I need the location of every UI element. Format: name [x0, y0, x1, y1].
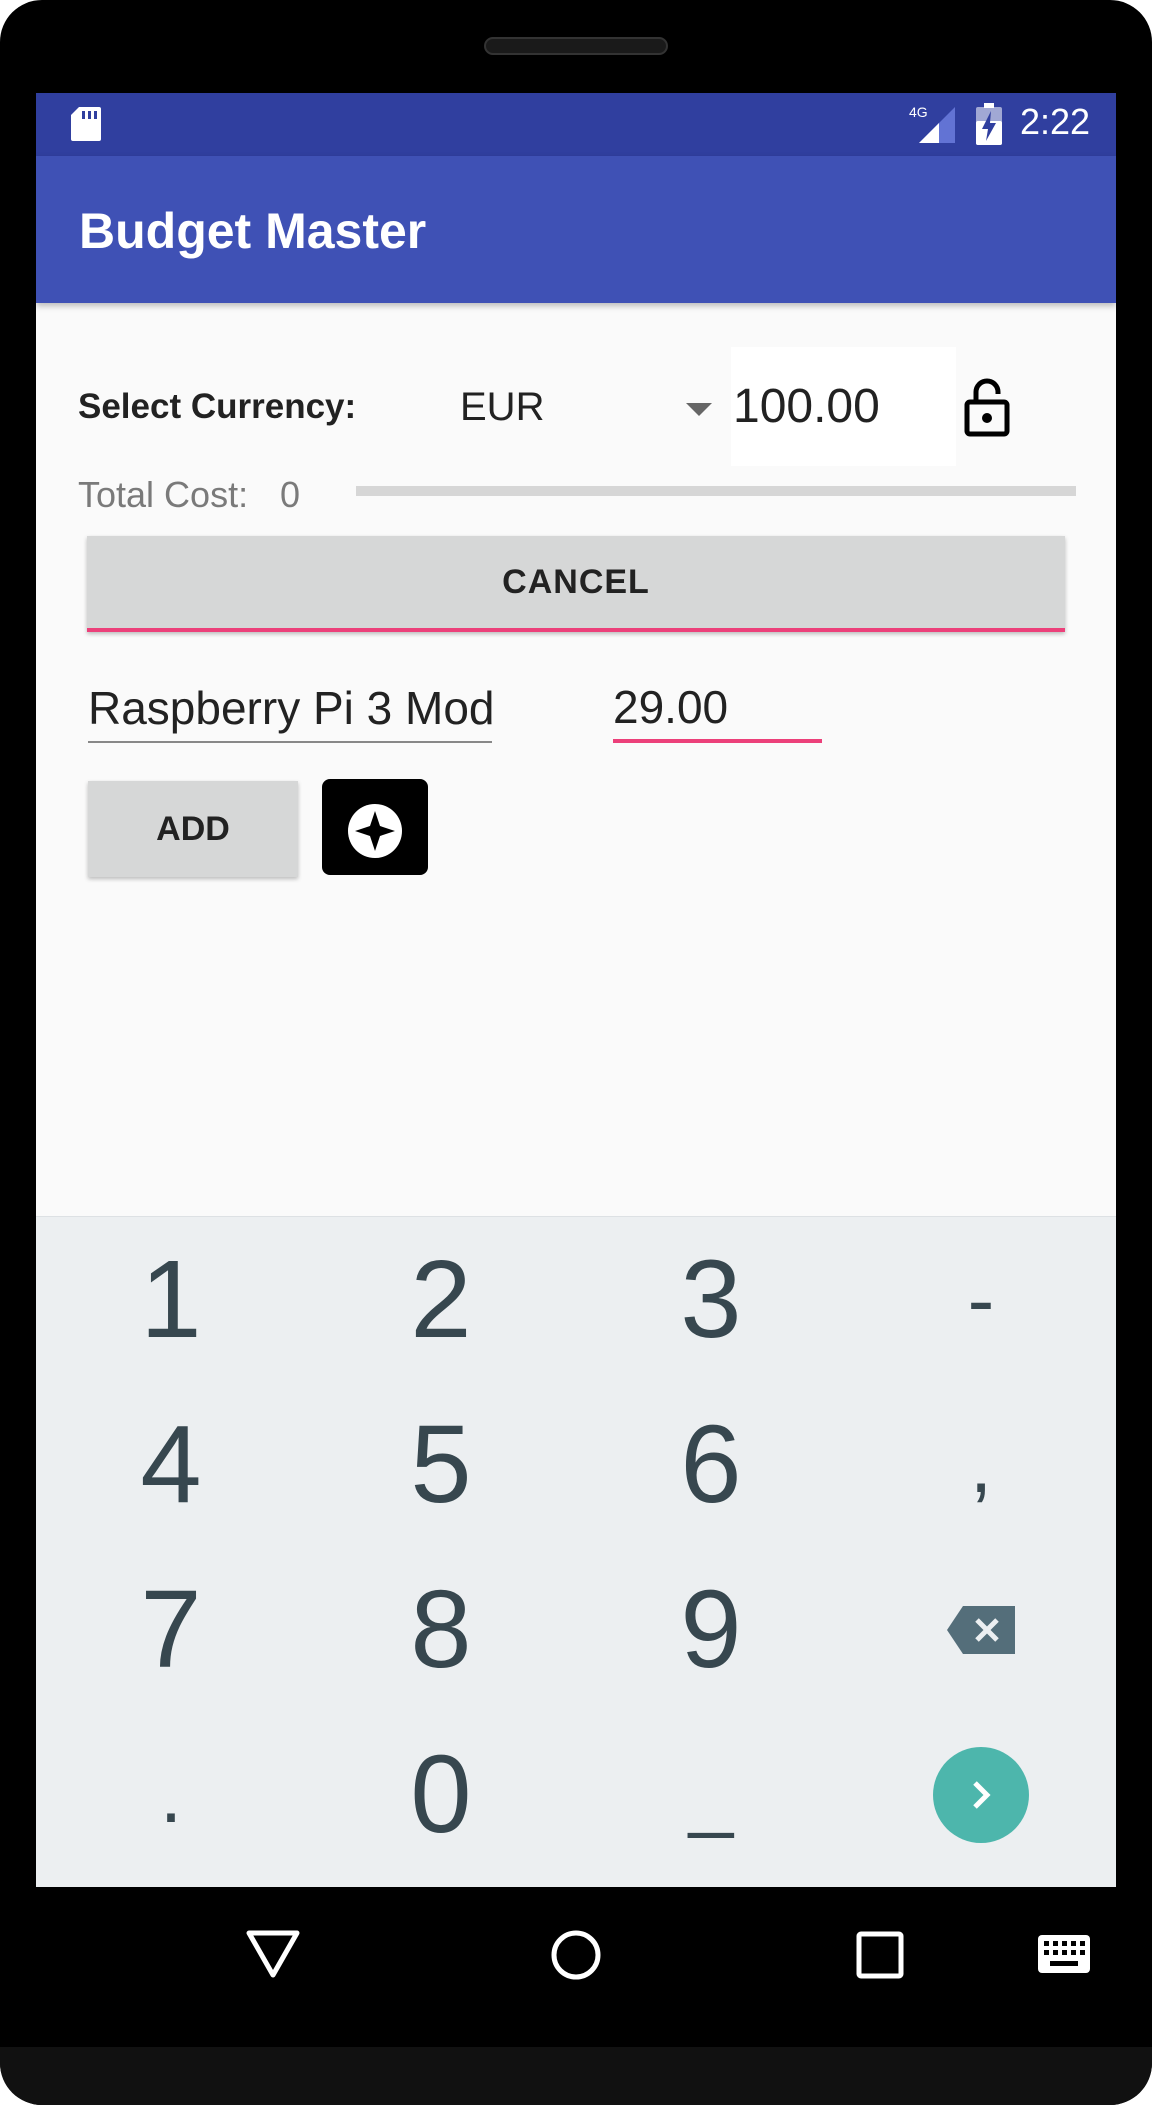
- key-comma[interactable]: ,: [846, 1382, 1116, 1547]
- key-2[interactable]: 2: [306, 1217, 576, 1382]
- app-bar: Budget Master: [36, 156, 1116, 303]
- camera-button[interactable]: [322, 779, 428, 875]
- key-3[interactable]: 3: [576, 1217, 846, 1382]
- key-1[interactable]: 1: [36, 1217, 306, 1382]
- key-7[interactable]: 7: [36, 1547, 306, 1712]
- device-chin: [0, 2047, 1152, 2105]
- key-underscore[interactable]: _: [576, 1712, 846, 1877]
- add-button[interactable]: ADD: [88, 781, 298, 877]
- status-bar: 4G 2:22: [36, 93, 1116, 156]
- navigation-bar: [0, 1887, 1152, 2047]
- currency-selected-value: EUR: [460, 385, 545, 429]
- item-name-field[interactable]: [88, 675, 492, 743]
- key-minus[interactable]: -: [846, 1217, 1116, 1382]
- screen: 4G 2:22 Budget Master Select Currency: E…: [36, 93, 1116, 1887]
- keyboard-icon[interactable]: [1036, 1933, 1092, 1977]
- dropdown-arrow-icon: [686, 403, 712, 416]
- currency-label: Select Currency:: [78, 387, 357, 426]
- home-icon[interactable]: [548, 1927, 604, 1983]
- currency-dropdown[interactable]: EUR: [456, 373, 716, 443]
- key-5[interactable]: 5: [306, 1382, 576, 1547]
- key-0[interactable]: 0: [306, 1712, 576, 1877]
- app-title: Budget Master: [79, 203, 427, 259]
- camera-icon: [348, 779, 402, 858]
- budget-progress-bar: [356, 486, 1076, 496]
- status-clock: 2:22: [1020, 101, 1091, 142]
- go-button[interactable]: [933, 1746, 1029, 1843]
- key-4[interactable]: 4: [36, 1382, 306, 1547]
- total-cost-label: Total Cost:: [78, 474, 249, 515]
- recents-icon[interactable]: [852, 1927, 908, 1983]
- total-cost-value: 0: [280, 474, 301, 515]
- back-icon[interactable]: [245, 1927, 301, 1983]
- key-backspace[interactable]: [846, 1547, 1116, 1712]
- key-6[interactable]: 6: [576, 1382, 846, 1547]
- item-price-field[interactable]: [613, 675, 822, 743]
- device-frame: 4G 2:22 Budget Master Select Currency: E…: [0, 0, 1152, 2105]
- key-8[interactable]: 8: [306, 1547, 576, 1712]
- speaker-grille: [484, 37, 668, 55]
- unlocked-padlock-icon[interactable]: [961, 376, 1013, 438]
- network-type-label: 4G: [909, 104, 928, 120]
- budget-input[interactable]: [731, 347, 956, 466]
- key-9[interactable]: 9: [576, 1547, 846, 1712]
- numeric-keyboard: 1 2 3 - 4 5 6 , 7 8 9 . 0 _: [36, 1216, 1116, 1887]
- signal-icon: 4G: [909, 104, 955, 143]
- key-go[interactable]: [846, 1712, 1116, 1877]
- backspace-icon: [947, 1605, 1015, 1654]
- key-period[interactable]: .: [36, 1712, 306, 1877]
- cancel-button[interactable]: CANCEL: [87, 536, 1065, 632]
- battery-icon: [976, 103, 1002, 145]
- sd-card-icon: [71, 107, 101, 141]
- chevron-right-icon: [973, 1780, 991, 1809]
